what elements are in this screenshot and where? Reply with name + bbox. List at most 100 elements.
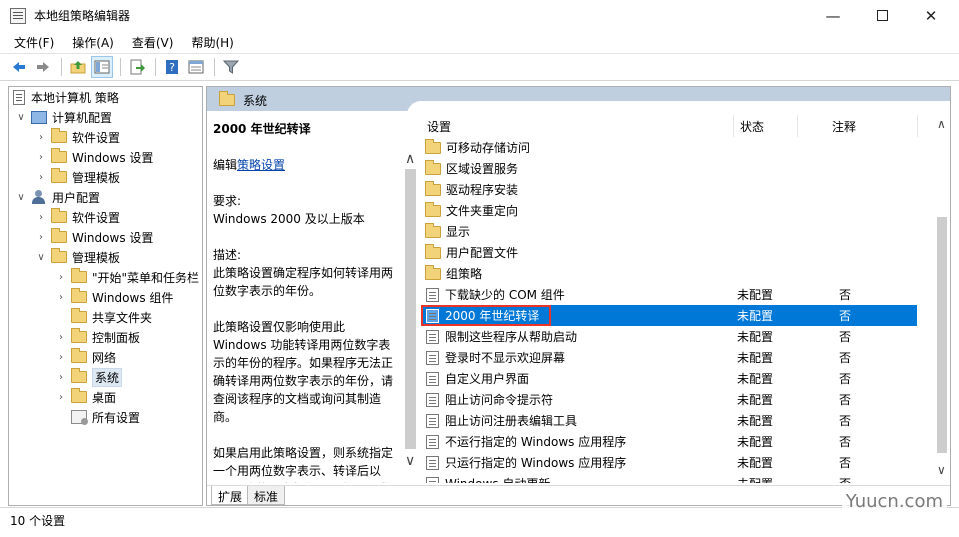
chevron-right-icon[interactable]: › [35, 171, 47, 183]
tree-item-control-panel[interactable]: › 控制面板 [55, 327, 140, 347]
table-row[interactable]: 自定义用户界面 未配置 否 [421, 368, 917, 389]
toolbar-separator [155, 58, 156, 76]
tree-item-user-admin[interactable]: ∨ 管理模板 [35, 247, 120, 267]
help-button[interactable]: ? [161, 56, 183, 78]
table-row[interactable]: 限制这些程序从帮助启动 未配置 否 [421, 326, 917, 347]
list-item-folder[interactable]: 可移动存储访问 [421, 137, 917, 158]
chevron-right-icon[interactable]: › [55, 391, 67, 403]
folder-icon [51, 228, 67, 243]
chevron-down-icon[interactable]: ∨ [15, 191, 27, 203]
chevron-right-icon[interactable]: › [35, 151, 47, 163]
menu-file[interactable]: 文件(F) [12, 32, 56, 53]
chevron-right-icon[interactable]: › [55, 291, 67, 303]
chevron-right-icon[interactable]: › [55, 351, 67, 363]
policy-setting-icon [426, 455, 439, 470]
tree-item-computer-admin[interactable]: › 管理模板 [35, 167, 120, 187]
list-item-folder[interactable]: 用户配置文件 [421, 242, 917, 263]
tree-item-computer-config[interactable]: ∨ 计算机配置 [15, 107, 112, 127]
tree-item-user-config[interactable]: ∨ 用户配置 [15, 187, 100, 207]
chevron-right-icon[interactable]: › [35, 131, 47, 143]
table-row[interactable]: 阻止访问注册表编辑工具 未配置 否 [421, 410, 917, 431]
menu-help[interactable]: 帮助(H) [189, 32, 235, 53]
properties-icon [188, 60, 204, 74]
folder-icon [71, 388, 87, 403]
scroll-thumb[interactable] [405, 169, 416, 449]
tree-item-computer-software[interactable]: › 软件设置 [35, 127, 120, 147]
toolbar: ? [0, 53, 959, 81]
list-item-folder[interactable]: 组策略 [421, 263, 917, 284]
chevron-down-icon[interactable]: ∨ [15, 111, 27, 123]
column-divider[interactable] [917, 115, 918, 137]
setting-note: 否 [839, 393, 852, 407]
tree-item-user-software[interactable]: › 软件设置 [35, 207, 120, 227]
column-header-note[interactable]: 注释 [832, 118, 856, 135]
minimize-button[interactable]: — [810, 0, 856, 31]
policy-document-icon [13, 89, 25, 105]
up-level-button[interactable] [67, 56, 89, 78]
scroll-thumb[interactable] [937, 217, 947, 453]
menu-action[interactable]: 操作(A) [70, 32, 116, 53]
scroll-down-icon[interactable]: ∨ [405, 453, 415, 469]
table-row[interactable]: Windows 自动更新 未配置 否 [421, 473, 917, 483]
table-row[interactable]: 阻止访问命令提示符 未配置 否 [421, 389, 917, 410]
tree-label: 本地计算机 策略 [31, 90, 119, 105]
status-bar: 10 个设置 [0, 507, 959, 537]
policy-setting-icon [426, 371, 439, 386]
chevron-right-icon[interactable]: › [35, 211, 47, 223]
tree-item-desktop[interactable]: › 桌面 [55, 387, 116, 407]
close-button[interactable]: ✕ [908, 0, 954, 31]
list-item-folder[interactable]: 驱动程序安装 [421, 179, 917, 200]
column-divider[interactable] [733, 115, 734, 137]
export-list-button[interactable] [126, 56, 148, 78]
column-divider[interactable] [797, 115, 798, 137]
setting-name: 不运行指定的 Windows 应用程序 [445, 435, 627, 449]
scroll-up-icon[interactable]: ∧ [405, 151, 415, 167]
description-scrollbar[interactable]: ∧ ∨ [403, 147, 420, 477]
column-header-state[interactable]: 状态 [740, 118, 764, 135]
properties-button[interactable] [185, 56, 207, 78]
table-row[interactable]: 不运行指定的 Windows 应用程序 未配置 否 [421, 431, 917, 452]
setting-note: 否 [839, 288, 852, 302]
console-tree: 本地计算机 策略 ∨ 计算机配置 › 软件设置 › Windows 设置 › 管… [8, 86, 203, 506]
tree-item-network[interactable]: › 网络 [55, 347, 116, 367]
list-item-folder[interactable]: 区域设置服务 [421, 158, 917, 179]
folder-icon [71, 328, 87, 343]
table-row[interactable]: 只运行指定的 Windows 应用程序 未配置 否 [421, 452, 917, 473]
tree-item-root[interactable]: 本地计算机 策略 [13, 87, 119, 107]
user-icon [31, 190, 47, 204]
menu-view[interactable]: 查看(V) [130, 32, 176, 53]
tree-item-all-settings[interactable]: 所有设置 [71, 407, 140, 427]
filter-button[interactable] [220, 56, 242, 78]
show-hide-tree-button[interactable] [91, 56, 113, 78]
forward-button[interactable] [32, 56, 54, 78]
setting-state: 未配置 [737, 309, 774, 323]
chevron-right-icon[interactable]: › [35, 231, 47, 243]
table-row[interactable]: 登录时不显示欢迎屏幕 未配置 否 [421, 347, 917, 368]
setting-name: 区域设置服务 [446, 162, 519, 176]
tree-item-user-windows[interactable]: › Windows 设置 [35, 227, 153, 247]
setting-name: 驱动程序安装 [446, 183, 519, 197]
tree-item-windows-components[interactable]: › Windows 组件 [55, 287, 173, 307]
chevron-right-icon[interactable]: › [55, 371, 67, 383]
chevron-down-icon[interactable]: ∨ [35, 251, 47, 263]
tree-item-system[interactable]: › 系统 [55, 367, 123, 387]
chevron-right-icon[interactable]: › [55, 271, 67, 283]
tree-item-start-menu[interactable]: › "开始"菜单和任务栏 [55, 267, 199, 287]
list-item-folder[interactable]: 文件夹重定向 [421, 200, 917, 221]
tab-standard[interactable]: 标准 [247, 486, 286, 505]
tree-item-shared-folders[interactable]: 共享文件夹 [71, 307, 152, 327]
scroll-down-icon[interactable]: ∨ [937, 463, 946, 477]
maximize-button[interactable] [859, 0, 905, 31]
scroll-up-icon[interactable]: ∧ [937, 117, 946, 131]
list-scrollbar[interactable]: ∧ ∨ [933, 111, 950, 483]
edit-policy-link[interactable]: 策略设置 [237, 158, 285, 172]
column-header-setting[interactable]: 设置 [427, 118, 451, 135]
tree-item-computer-windows[interactable]: › Windows 设置 [35, 147, 153, 167]
list-item-folder[interactable]: 显示 [421, 221, 917, 242]
table-row[interactable]: 下载缺少的 COM 组件 未配置 否 [421, 284, 917, 305]
table-row[interactable]: 2000 年世纪转译 未配置否 [421, 305, 917, 326]
help-icon: ? [166, 60, 178, 74]
tab-extended[interactable]: 扩展 [211, 486, 250, 505]
back-button[interactable] [8, 56, 30, 78]
chevron-right-icon[interactable]: › [55, 331, 67, 343]
